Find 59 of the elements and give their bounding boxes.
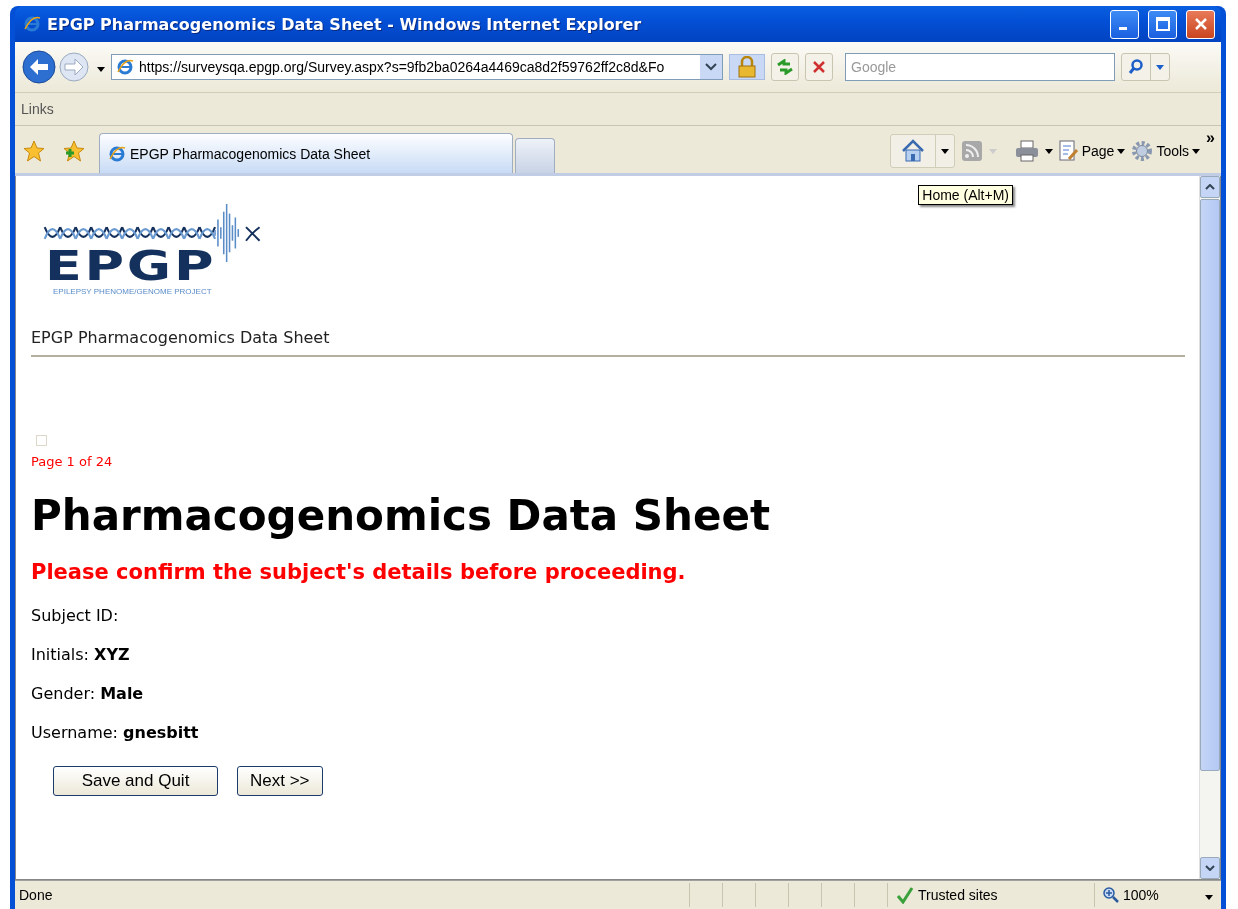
page-menu[interactable]: Page [1058, 140, 1126, 162]
subject-detail: Subject ID: [31, 606, 119, 625]
links-label[interactable]: Links [21, 101, 54, 117]
refresh-icon [776, 59, 794, 75]
search-icon [1128, 59, 1144, 75]
scroll-down-button[interactable] [1200, 857, 1220, 879]
caret-icon[interactable] [1192, 148, 1201, 154]
caret-icon[interactable] [1117, 148, 1126, 154]
close-button[interactable] [1186, 9, 1215, 39]
image-placeholder-icon [36, 435, 47, 446]
add-favorite-icon[interactable] [63, 140, 85, 162]
search-field[interactable]: Google [845, 53, 1115, 81]
minimize-icon [1118, 26, 1127, 30]
address-field[interactable]: https://surveysqa.epgp.org/Survey.aspx?s=9fb2ba0264a4469ca8d2f59762ff2c8d&Fo [111, 54, 723, 80]
dropdown-icon[interactable] [705, 63, 717, 71]
print-caret-icon[interactable] [1044, 148, 1053, 154]
status-text: Done [19, 887, 53, 903]
stop-button[interactable] [805, 53, 833, 81]
feed-caret-icon [988, 148, 997, 154]
refresh-button[interactable] [771, 53, 799, 81]
tooltip-text: Home (Alt+M) [922, 187, 1009, 203]
page-heading: Pharmacogenomics Data Sheet [31, 491, 771, 540]
zoom-caret-icon[interactable] [1205, 895, 1213, 900]
maximize-button[interactable] [1148, 9, 1177, 39]
search-options-icon[interactable] [1156, 64, 1164, 70]
next-button[interactable]: Next >> [237, 766, 323, 796]
subject-detail: Gender: Male [31, 684, 144, 703]
logo-wordmark: EPGP [45, 246, 217, 286]
back-button[interactable] [21, 49, 57, 85]
logo-tagline: EPILEPSY PHENOME/GENOME PROJECT [53, 288, 212, 296]
star-icon[interactable] [23, 140, 45, 162]
history-caret-icon[interactable] [97, 67, 105, 72]
stop-icon [812, 60, 826, 74]
scrollbar-thumb[interactable] [1200, 199, 1220, 771]
browser-tab[interactable]: EPGP Pharmacogenomics Data Sheet [99, 133, 513, 173]
survey-header: EPGP Pharmacogenomics Data Sheet [31, 328, 330, 347]
page-icon [116, 58, 134, 76]
more-commands-button[interactable]: » [1206, 129, 1215, 147]
scroll-up-button[interactable] [1200, 176, 1220, 198]
page-indicator: Page 1 of 24 [31, 454, 113, 469]
page-edit-icon [1058, 140, 1079, 162]
subject-detail: Username: gnesbitt [31, 723, 199, 742]
zoom-level[interactable]: 100% [1123, 887, 1159, 903]
save-quit-button[interactable]: Save and Quit [53, 766, 218, 796]
minimize-button[interactable] [1110, 9, 1139, 39]
tools-menu[interactable]: Tools [1131, 140, 1201, 162]
browser-logo-icon [23, 15, 41, 33]
notice-text: Please confirm the subject's details before proceeding. [31, 560, 686, 584]
gear-icon [1131, 140, 1154, 162]
page-icon [108, 144, 126, 163]
window-title: EPGP Pharmacogenomics Data Sheet - Windows Internet Explorer [47, 14, 643, 34]
close-icon [1192, 16, 1209, 32]
maximize-icon [1154, 16, 1171, 32]
checkmark-icon [896, 886, 914, 904]
subject-detail: Initials: XYZ [31, 645, 130, 664]
security-zone[interactable]: Trusted sites [918, 887, 998, 903]
printer-icon[interactable] [1014, 140, 1039, 162]
home-caret-icon[interactable] [940, 148, 949, 154]
zoom-icon[interactable] [1103, 887, 1119, 903]
